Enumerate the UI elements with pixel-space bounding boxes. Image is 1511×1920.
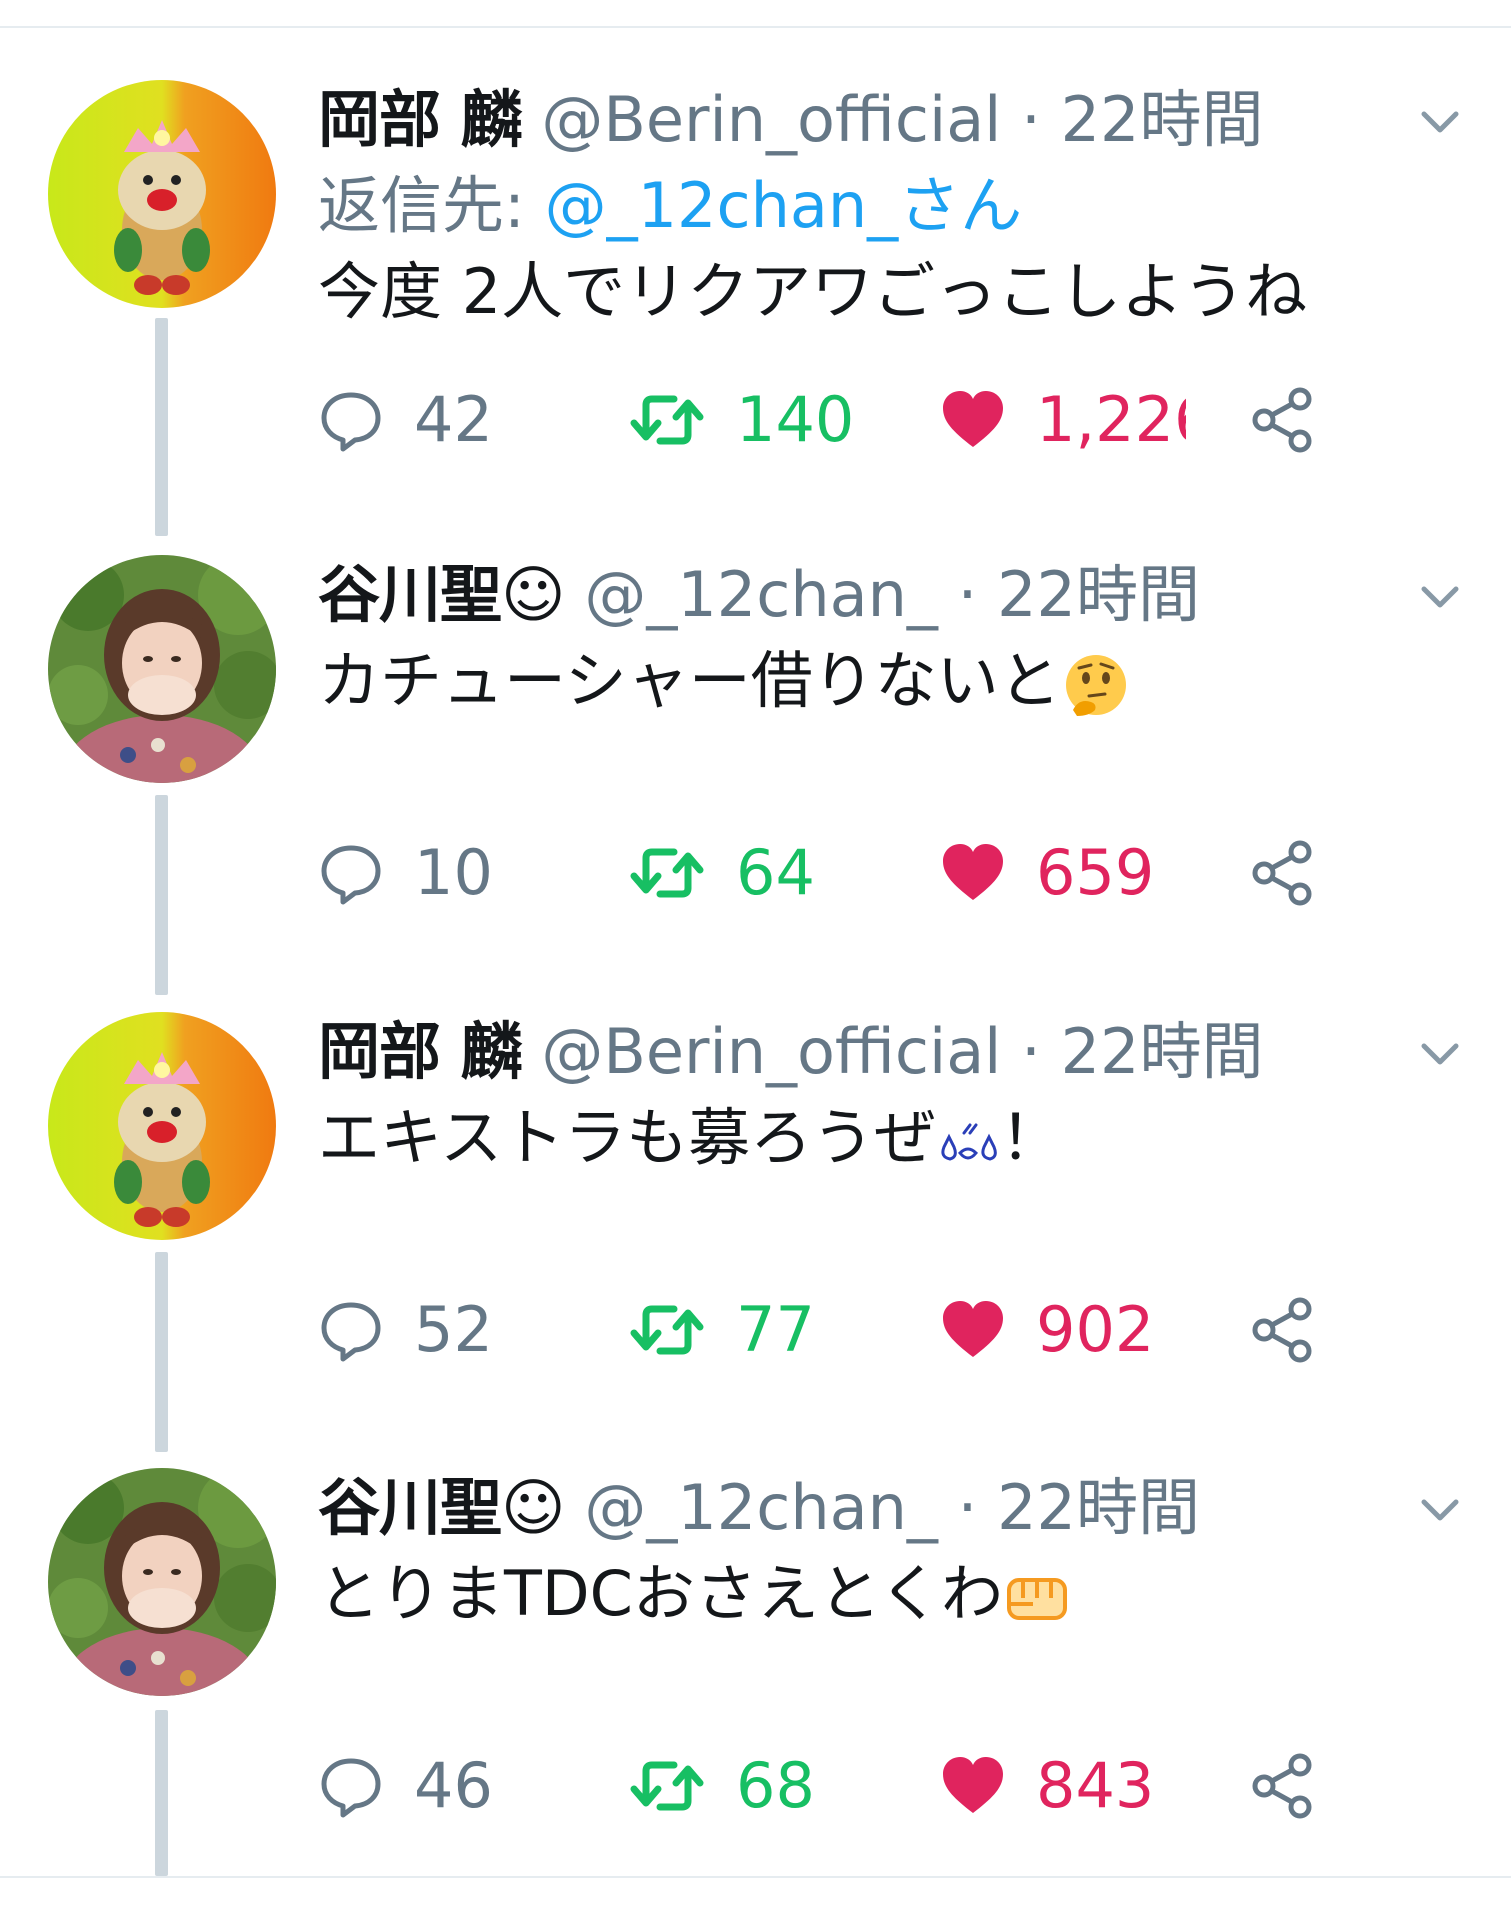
like-button[interactable]: 902 (940, 1290, 1154, 1370)
like-count: 902 (1036, 1293, 1155, 1366)
tweet-text: とりまTDCおさえとくわ (318, 1554, 1075, 1634)
heart-icon (943, 391, 1003, 447)
tweet-text-content: 今度 2人でリクアワごっこしようね (318, 255, 1308, 328)
heart-icon (943, 1301, 1003, 1357)
tweet-text: 今度 2人でリクアワごっこしようね (318, 252, 1307, 332)
tweet-text-content: エキストラも募ろうぜ (318, 1101, 937, 1174)
tweet-header: 谷川聖☺ @_12chan_ · 22時間 (318, 1468, 1328, 1548)
share-button[interactable] (1250, 1746, 1316, 1826)
share-button[interactable] (1250, 1290, 1316, 1370)
retweet-count: 68 (736, 1749, 815, 1822)
like-button[interactable]: 1,226 (940, 380, 1186, 460)
reply-icon (321, 845, 381, 905)
user-handle[interactable]: @_12chan_ (584, 1471, 938, 1544)
tweet-text-content: とりまTDCおさえとくわ (318, 1557, 1004, 1630)
tweet-text: エキストラも募ろうぜ ！ (318, 1098, 1062, 1178)
tweet-actions: 10 64 659 (318, 833, 1338, 913)
fist-emoji (1007, 1577, 1068, 1620)
timestamp[interactable]: 22時間 (997, 1471, 1200, 1544)
reply-button[interactable]: 42 (318, 380, 493, 460)
display-name[interactable]: 谷川聖☺ (318, 558, 566, 631)
retweet-icon (630, 395, 704, 445)
reply-mention-link[interactable]: @_12chan_さん (545, 169, 1023, 242)
thread-line (155, 318, 168, 536)
like-button[interactable]: 843 (940, 1746, 1154, 1826)
tweet-header: 岡部 麟 @Berin_official · 22時間 (318, 1012, 1328, 1092)
retweet-icon (630, 1761, 704, 1811)
tweet-actions: 52 77 902 (318, 1290, 1338, 1370)
reply-button[interactable]: 10 (318, 833, 493, 913)
thinking-face-emoji (1065, 654, 1126, 716)
reply-count: 42 (414, 383, 493, 456)
tweet-text: カチューシャー借りないと (318, 641, 1131, 721)
mascot-avatar[interactable] (48, 80, 276, 308)
retweet-icon (630, 1305, 704, 1355)
display-name[interactable]: 谷川聖☺ (318, 1471, 566, 1544)
thread-line (155, 1252, 168, 1452)
retweet-button[interactable]: 68 (628, 1746, 815, 1826)
retweet-button[interactable]: 77 (628, 1290, 815, 1370)
reply-to-label: 返信先: (318, 169, 545, 242)
tweet-text-content: カチューシャー借りないと (318, 644, 1061, 717)
user-handle[interactable]: @_12chan_ (584, 558, 938, 631)
reply-icon (321, 1758, 381, 1818)
separator-dot: · (1021, 83, 1041, 156)
chevron-down-icon[interactable] (1416, 1030, 1464, 1078)
timestamp[interactable]: 22時間 (1061, 83, 1264, 156)
share-icon (1252, 1753, 1312, 1819)
heart-icon (943, 1757, 1003, 1813)
user-handle[interactable]: @Berin_official (541, 83, 1001, 156)
chevron-down-icon[interactable] (1416, 573, 1464, 621)
reply-button[interactable]: 52 (318, 1290, 493, 1370)
like-button[interactable]: 659 (940, 833, 1154, 913)
retweet-icon (630, 848, 704, 898)
reply-icon (321, 392, 381, 452)
retweet-count: 64 (736, 836, 815, 909)
retweet-button[interactable]: 140 (628, 380, 854, 460)
retweet-count: 140 (736, 383, 855, 456)
share-button[interactable] (1250, 380, 1316, 460)
share-icon (1252, 1297, 1312, 1363)
reply-context: 返信先: @_12chan_さん (318, 166, 1022, 246)
reply-count: 10 (414, 836, 493, 909)
timestamp[interactable]: 22時間 (997, 558, 1200, 631)
reply-count: 46 (414, 1749, 493, 1822)
portrait-avatar[interactable] (48, 1468, 276, 1696)
like-count: 659 (1036, 836, 1155, 909)
portrait-avatar[interactable] (48, 555, 276, 783)
reply-count: 52 (414, 1293, 493, 1366)
like-count: 1,226 (1036, 383, 1186, 456)
thread-line (155, 795, 168, 995)
share-button[interactable] (1250, 833, 1316, 913)
heart-icon (943, 844, 1003, 900)
retweet-count: 77 (736, 1293, 815, 1366)
thread-line (155, 1710, 168, 1876)
mascot-avatar[interactable] (48, 1012, 276, 1240)
tweet-actions: 42 140 1,226 (318, 380, 1338, 460)
dash-sweat-emoji (941, 1123, 997, 1161)
reply-icon (321, 1302, 381, 1362)
tweet-actions: 46 68 843 (318, 1746, 1338, 1826)
reply-button[interactable]: 46 (318, 1746, 493, 1826)
tweet-header: 谷川聖☺ @_12chan_ · 22時間 (318, 555, 1328, 635)
tweet-text-suffix: ！ (1000, 1101, 1063, 1174)
separator-dot: · (957, 558, 978, 631)
bottom-divider (0, 1876, 1511, 1878)
display-name[interactable]: 岡部 麟 (318, 1015, 523, 1088)
chevron-down-icon[interactable] (1416, 98, 1464, 146)
share-icon (1252, 387, 1312, 453)
timestamp[interactable]: 22時間 (1061, 1015, 1264, 1088)
like-count: 843 (1036, 1749, 1155, 1822)
display-name[interactable]: 岡部 麟 (318, 83, 523, 156)
share-icon (1252, 840, 1312, 906)
chevron-down-icon[interactable] (1416, 1486, 1464, 1534)
top-divider (0, 26, 1511, 28)
separator-dot: · (957, 1471, 978, 1544)
tweet-header: 岡部 麟 @Berin_official · 22時間 (318, 80, 1328, 160)
separator-dot: · (1021, 1015, 1041, 1088)
retweet-button[interactable]: 64 (628, 833, 815, 913)
user-handle[interactable]: @Berin_official (541, 1015, 1001, 1088)
